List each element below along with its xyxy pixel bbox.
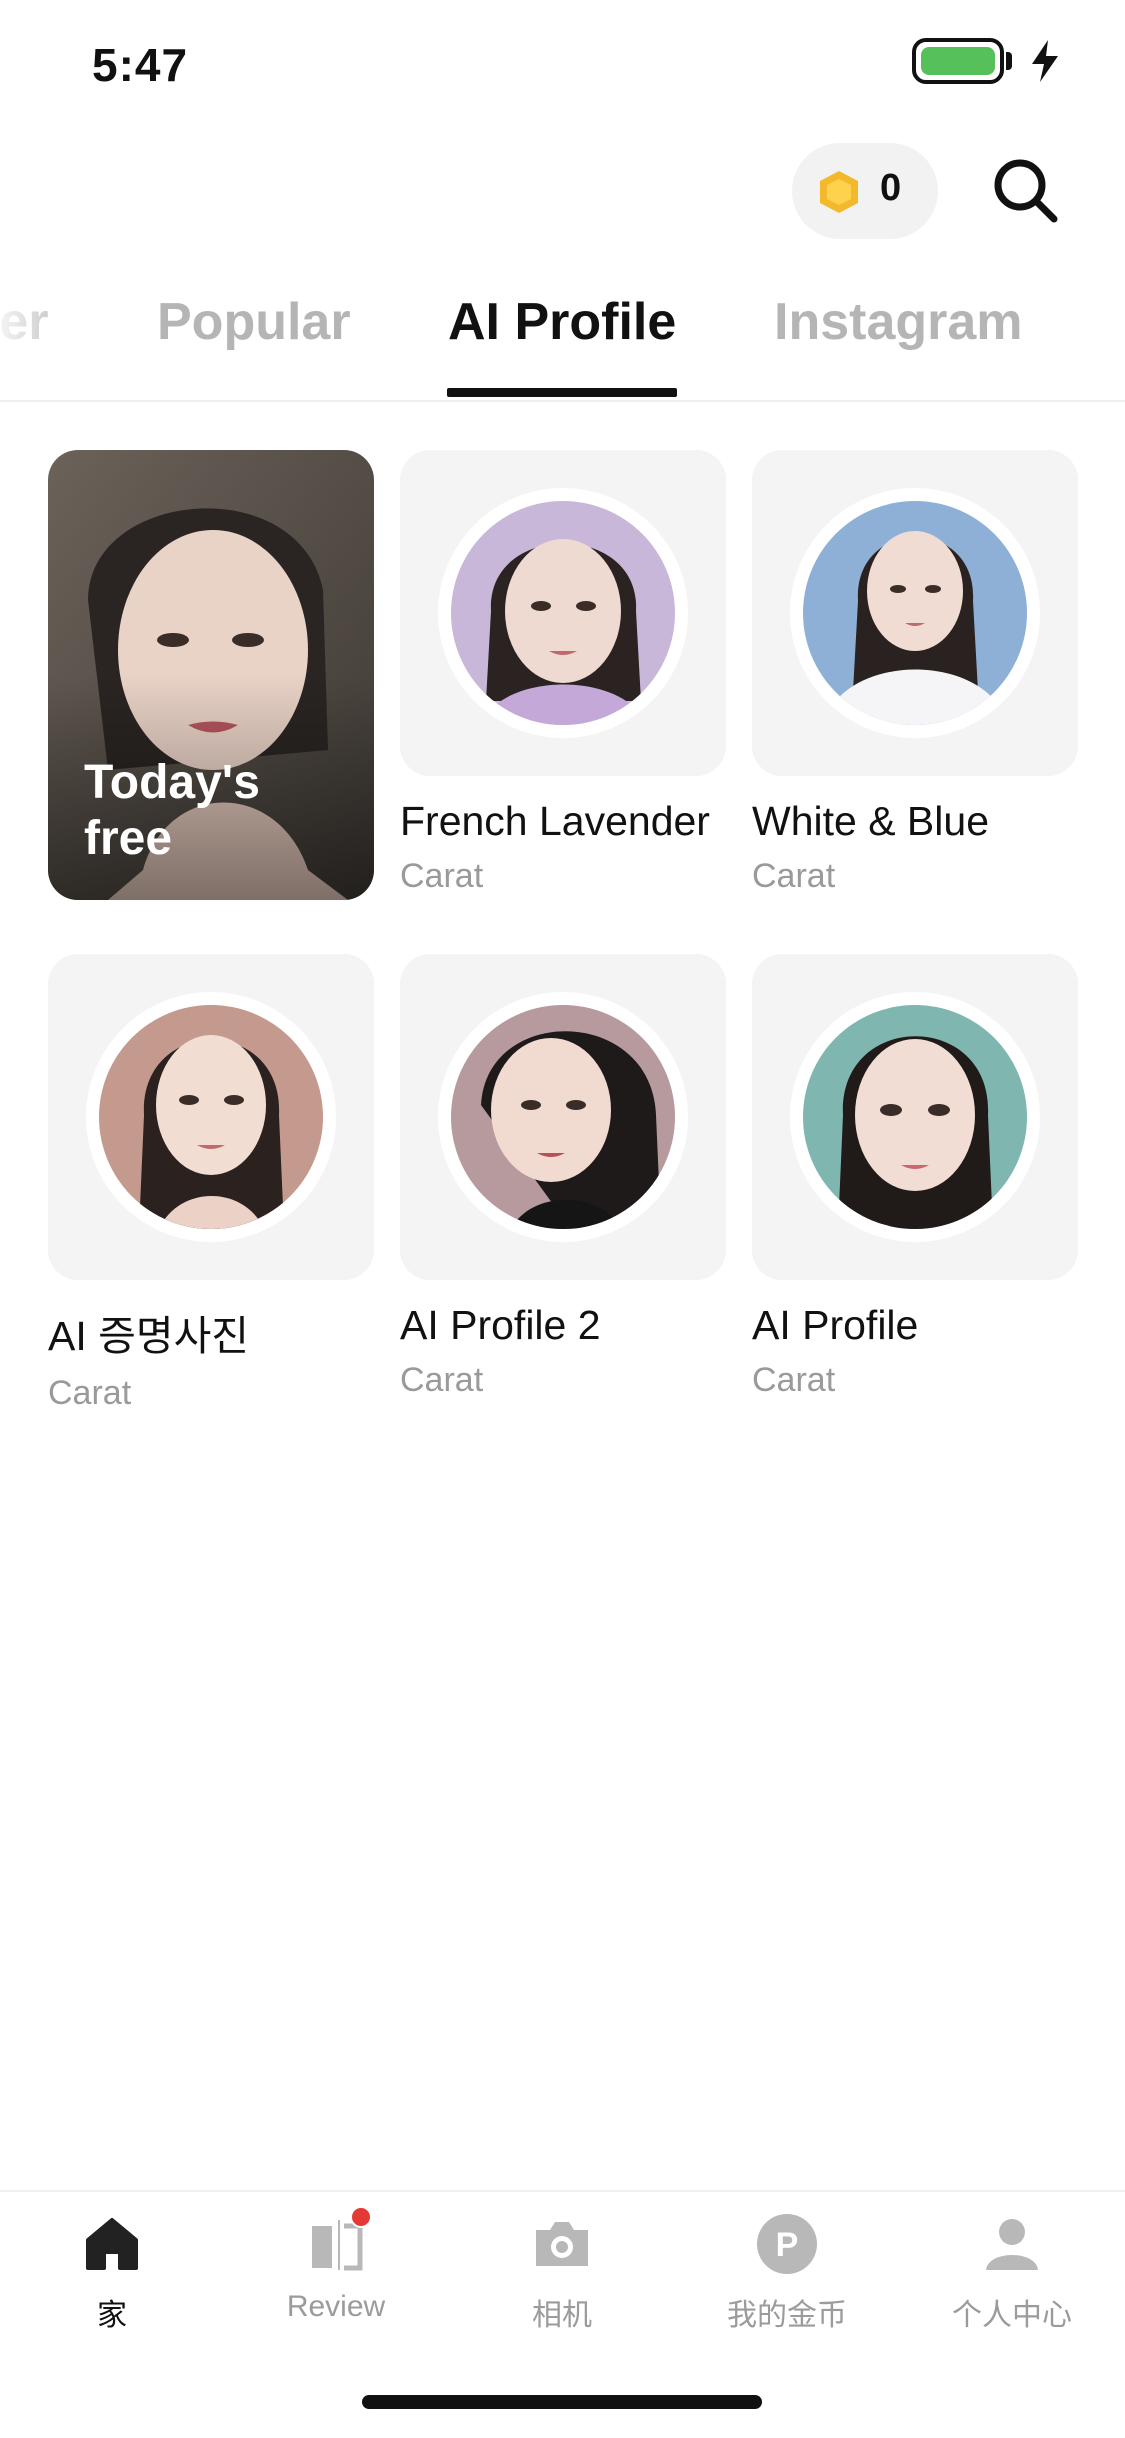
nav-item-camera[interactable]: 相机 [472,2212,652,2334]
search-icon[interactable] [990,155,1062,227]
tab-instagram[interactable]: Instagram [774,292,1023,352]
status-time: 5:47 [92,39,189,91]
nav-label: 家 [97,2299,127,2332]
category-tabs: ter Popular AI Profile Instagram [0,268,1125,402]
camera-icon [530,2212,594,2276]
template-card[interactable]: AI Profile Carat [752,954,1078,1400]
tab-ai-profile[interactable]: AI Profile [448,292,676,352]
card-subtitle: Carat [48,1374,132,1412]
featured-label: Today's free [84,756,260,865]
card-thumbnail [752,450,1078,776]
card-subtitle: Carat [400,1361,484,1399]
portrait-image [99,1005,323,1229]
active-tab-indicator [447,388,677,397]
nav-item-profile[interactable]: 个人中心 [922,2212,1102,2334]
nav-label: 个人中心 [952,2299,1072,2332]
template-card[interactable]: French Lavender Carat [400,450,726,896]
card-thumbnail [400,954,726,1280]
notification-badge [350,2206,372,2228]
card-subtitle: Carat [752,1361,836,1399]
card-title: AI Profile 2 [400,1302,601,1348]
coin-count: 0 [880,167,902,209]
nav-item-coins[interactable]: P 我的金币 [697,2212,877,2334]
home-indicator[interactable] [362,2395,762,2409]
card-subtitle: Carat [752,857,836,895]
portrait-image [803,501,1027,725]
card-thumbnail [48,954,374,1280]
nav-label: Review [286,2290,386,2323]
card-subtitle: Carat [400,857,484,895]
status-bar: 5:47 [0,0,1125,130]
template-card[interactable]: White & Blue Carat [752,450,1078,896]
card-thumbnail [400,450,726,776]
portrait-image [803,1005,1027,1229]
portrait-image [451,501,675,725]
review-icon [304,2206,372,2276]
featured-card[interactable]: Today's free [48,450,374,900]
nav-item-home[interactable]: 家 [22,2212,202,2334]
card-title: AI 증명사진 [48,1313,250,1359]
battery-cap [1006,52,1012,70]
card-title: AI Profile [752,1302,919,1348]
coin-hexagon-icon [820,171,858,213]
card-title: French Lavender [400,798,710,844]
card-title: White & Blue [752,798,989,844]
template-card[interactable]: AI 증명사진 Carat [48,954,374,1413]
template-card[interactable]: AI Profile 2 Carat [400,954,726,1400]
coin-p-icon: P [755,2212,819,2276]
tab-popular[interactable]: Popular [157,292,351,352]
home-icon [80,2212,144,2276]
tab-fade-overlay [0,268,80,400]
user-icon [980,2212,1044,2276]
svg-text:P: P [776,2226,799,2264]
nav-item-review[interactable]: Review [246,2206,426,2324]
card-thumbnail [752,954,1078,1280]
coin-balance-button[interactable]: 0 [792,143,938,239]
nav-label: 相机 [532,2299,592,2332]
charging-bolt-icon [1032,40,1058,82]
nav-label: 我的金币 [727,2299,847,2332]
battery-icon [912,38,1004,84]
portrait-image [451,1005,675,1229]
